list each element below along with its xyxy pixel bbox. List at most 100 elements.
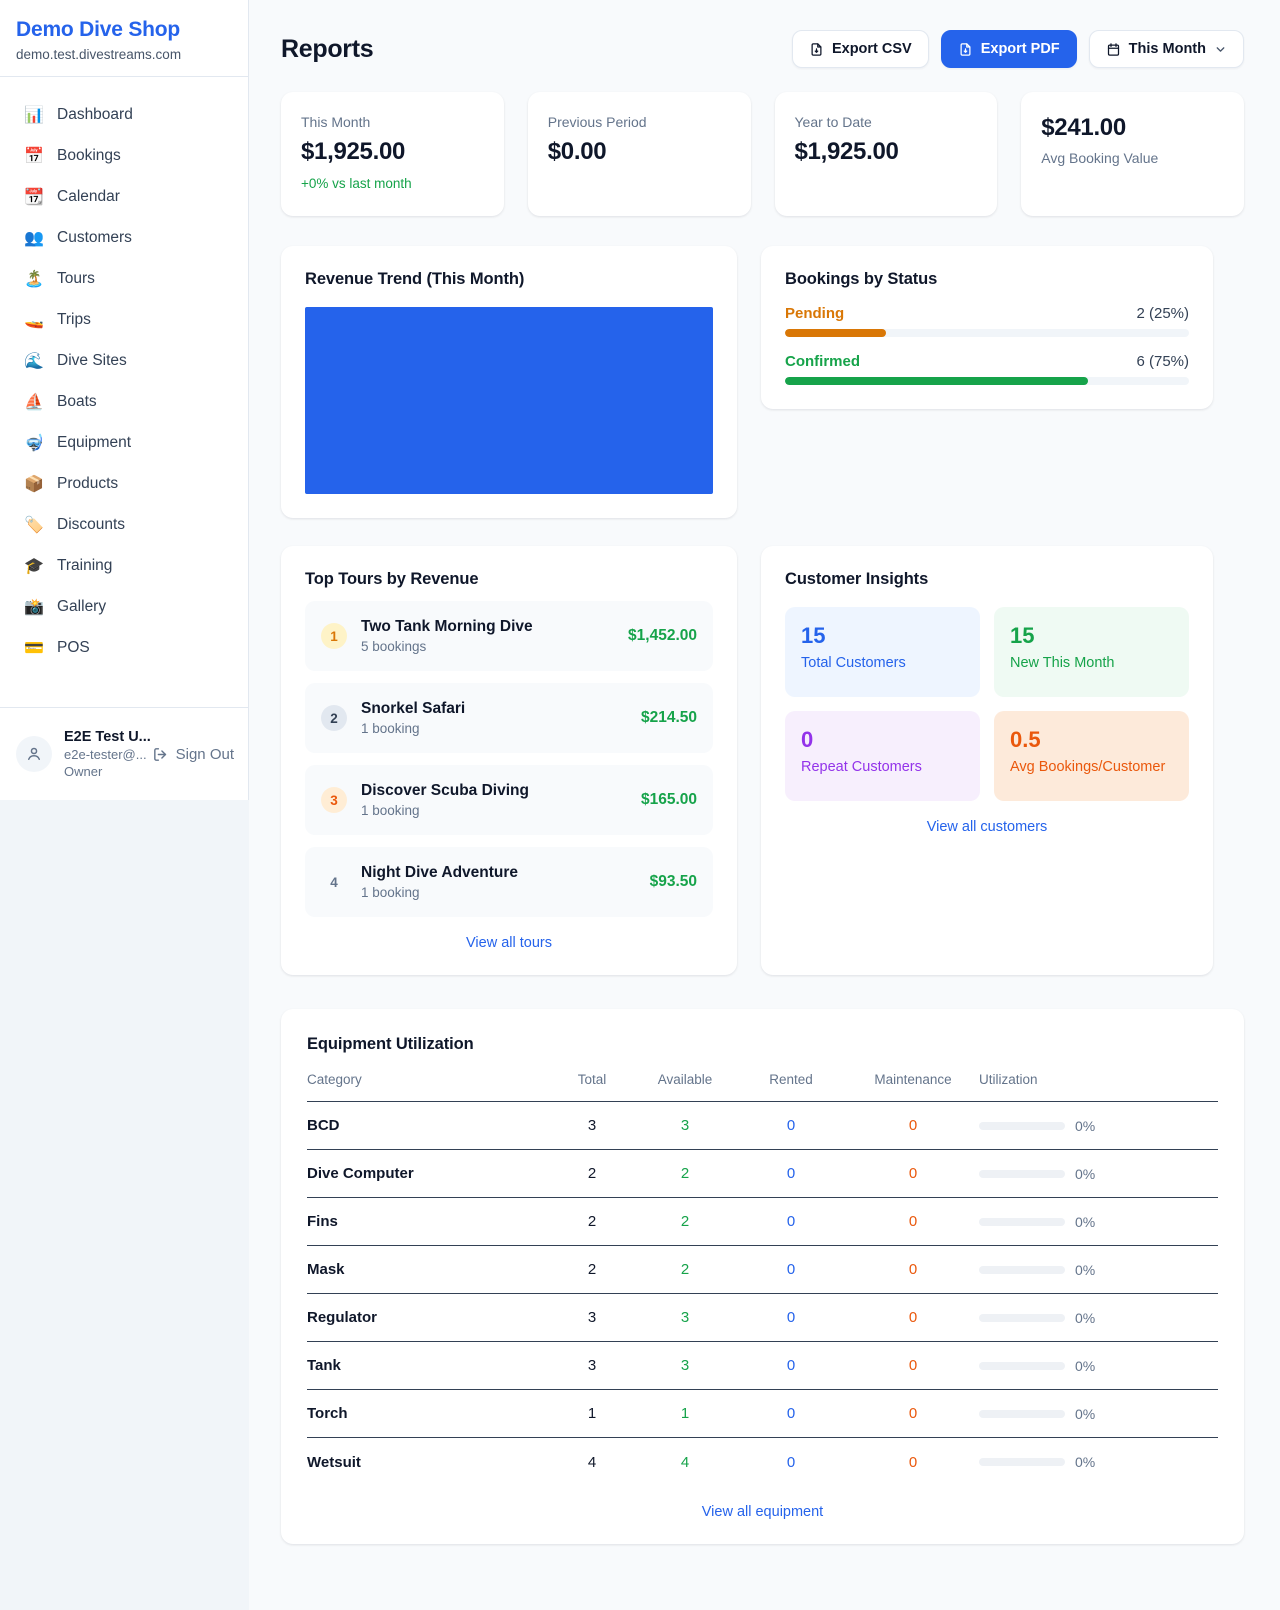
equipment-utilization-cell: 0% bbox=[979, 1454, 1218, 1470]
export-csv-button[interactable]: Export CSV bbox=[792, 30, 929, 68]
equipment-rented: 0 bbox=[735, 1117, 847, 1134]
equipment-maintenance: 0 bbox=[847, 1309, 979, 1326]
period-label: This Month bbox=[1129, 41, 1206, 57]
status-row: Pending2 (25%) bbox=[785, 305, 1189, 337]
status-label: Pending bbox=[785, 305, 844, 322]
sidebar-item-dive-sites[interactable]: 🌊Dive Sites bbox=[12, 341, 236, 381]
status-row: Confirmed6 (75%) bbox=[785, 353, 1189, 385]
sign-out-icon bbox=[152, 746, 169, 763]
utilization-percent: 0% bbox=[1075, 1310, 1095, 1326]
equipment-rented: 0 bbox=[735, 1309, 847, 1326]
tour-bookings: 5 bookings bbox=[361, 639, 614, 654]
equipment-category: Tank bbox=[307, 1357, 549, 1374]
stat-cards-row: This Month$1,925.00+0% vs last monthPrev… bbox=[281, 92, 1244, 216]
sidebar-item-dashboard[interactable]: 📊Dashboard bbox=[12, 95, 236, 135]
status-line: Pending2 (25%) bbox=[785, 305, 1189, 322]
equipment-total: 2 bbox=[549, 1213, 635, 1230]
status-count: 6 (75%) bbox=[1136, 353, 1189, 370]
stat-label: Avg Booking Value bbox=[1041, 150, 1224, 166]
sidebar-item-products[interactable]: 📦Products bbox=[12, 464, 236, 504]
equipment-available: 1 bbox=[635, 1405, 735, 1422]
utilization-percent: 0% bbox=[1075, 1214, 1095, 1230]
shop-name: Demo Dive Shop bbox=[16, 18, 232, 42]
revenue-trend-title: Revenue Trend (This Month) bbox=[305, 270, 713, 289]
bar-chart-icon: 📊 bbox=[24, 105, 44, 125]
insight-label: Repeat Customers bbox=[801, 759, 964, 775]
table-row: BCD33000% bbox=[307, 1102, 1218, 1150]
equipment-utilization-title: Equipment Utilization bbox=[307, 1035, 1218, 1054]
insight-tile: 15New This Month bbox=[994, 607, 1189, 697]
status-bar-track bbox=[785, 329, 1189, 337]
sidebar-item-bookings[interactable]: 📅Bookings bbox=[12, 136, 236, 176]
view-all-tours-link[interactable]: View all tours bbox=[305, 935, 713, 951]
equipment-available: 3 bbox=[635, 1357, 735, 1374]
avatar bbox=[16, 736, 52, 772]
sidebar-item-label: Gallery bbox=[57, 598, 106, 616]
sidebar-item-label: Tours bbox=[57, 270, 95, 288]
sidebar-item-label: Boats bbox=[57, 393, 97, 411]
equipment-category: Mask bbox=[307, 1261, 549, 1278]
package-icon: 📦 bbox=[24, 474, 44, 494]
sidebar-item-equipment[interactable]: 🤿Equipment bbox=[12, 423, 236, 463]
tour-revenue: $165.00 bbox=[641, 791, 697, 809]
view-all-equipment-link[interactable]: View all equipment bbox=[307, 1504, 1218, 1520]
stat-value: $0.00 bbox=[548, 138, 731, 166]
equipment-table: CategoryTotalAvailableRentedMaintenanceU… bbox=[307, 1072, 1218, 1486]
insight-tile: 15Total Customers bbox=[785, 607, 980, 697]
equipment-rented: 0 bbox=[735, 1357, 847, 1374]
tour-list-item[interactable]: 4Night Dive Adventure1 booking$93.50 bbox=[305, 847, 713, 917]
sidebar-item-label: Training bbox=[57, 557, 112, 575]
sidebar-item-trips[interactable]: 🚤Trips bbox=[12, 300, 236, 340]
status-bar-track bbox=[785, 377, 1189, 385]
tour-info: Two Tank Morning Dive5 bookings bbox=[361, 618, 614, 654]
equipment-utilization-cell: 0% bbox=[979, 1358, 1218, 1374]
brand-block: Demo Dive Shop demo.test.divestreams.com bbox=[0, 0, 248, 77]
status-bar-fill bbox=[785, 329, 886, 337]
tour-list-item[interactable]: 1Two Tank Morning Dive5 bookings$1,452.0… bbox=[305, 601, 713, 671]
sidebar-item-gallery[interactable]: 📸Gallery bbox=[12, 587, 236, 627]
stat-value: $1,925.00 bbox=[795, 138, 978, 166]
equipment-available: 2 bbox=[635, 1165, 735, 1182]
equipment-available: 3 bbox=[635, 1117, 735, 1134]
equipment-rented: 0 bbox=[735, 1261, 847, 1278]
bookings-by-status-card: Bookings by Status Pending2 (25%) Confirm… bbox=[761, 246, 1213, 409]
sidebar-item-calendar[interactable]: 📆Calendar bbox=[12, 177, 236, 217]
header-actions: Export CSV Export PDF This Month bbox=[792, 30, 1244, 68]
export-pdf-button[interactable]: Export PDF bbox=[941, 30, 1077, 68]
equipment-utilization-cell: 0% bbox=[979, 1166, 1218, 1182]
period-dropdown[interactable]: This Month bbox=[1089, 30, 1244, 68]
equipment-total: 2 bbox=[549, 1261, 635, 1278]
page-title: Reports bbox=[281, 35, 373, 64]
view-all-customers-link[interactable]: View all customers bbox=[785, 819, 1189, 835]
sidebar-item-pos[interactable]: 💳POS bbox=[12, 628, 236, 668]
sidebar-item-tours[interactable]: 🏝️Tours bbox=[12, 259, 236, 299]
column-header-rented: Rented bbox=[735, 1072, 847, 1087]
sidebar-item-discounts[interactable]: 🏷️Discounts bbox=[12, 505, 236, 545]
equipment-rented: 0 bbox=[735, 1454, 847, 1471]
sidebar-item-boats[interactable]: ⛵Boats bbox=[12, 382, 236, 422]
tour-list-item[interactable]: 3Discover Scuba Diving1 booking$165.00 bbox=[305, 765, 713, 835]
sidebar-item-label: Equipment bbox=[57, 434, 131, 452]
user-role: Owner bbox=[64, 764, 140, 779]
equipment-rented: 0 bbox=[735, 1213, 847, 1230]
column-header-utilization: Utilization bbox=[979, 1072, 1218, 1087]
sign-out-button[interactable]: Sign Out bbox=[152, 746, 234, 763]
charts-row: Revenue Trend (This Month) Bookings by S… bbox=[281, 246, 1244, 518]
equipment-total: 4 bbox=[549, 1454, 635, 1471]
equipment-rented: 0 bbox=[735, 1405, 847, 1422]
utilization-bar-track bbox=[979, 1314, 1065, 1322]
equipment-maintenance: 0 bbox=[847, 1117, 979, 1134]
utilization-percent: 0% bbox=[1075, 1454, 1095, 1470]
sidebar-item-customers[interactable]: 👥Customers bbox=[12, 218, 236, 258]
insight-tile: 0Repeat Customers bbox=[785, 711, 980, 801]
tour-list-item[interactable]: 2Snorkel Safari1 booking$214.50 bbox=[305, 683, 713, 753]
equipment-maintenance: 0 bbox=[847, 1213, 979, 1230]
user-name: E2E Test U... bbox=[64, 729, 140, 745]
tour-bookings: 1 booking bbox=[361, 721, 627, 736]
utilization-percent: 0% bbox=[1075, 1358, 1095, 1374]
equipment-utilization-cell: 0% bbox=[979, 1118, 1218, 1134]
tour-name: Snorkel Safari bbox=[361, 700, 627, 718]
utilization-bar-track bbox=[979, 1410, 1065, 1418]
bookings-by-status-title: Bookings by Status bbox=[785, 270, 1189, 289]
sidebar-item-training[interactable]: 🎓Training bbox=[12, 546, 236, 586]
